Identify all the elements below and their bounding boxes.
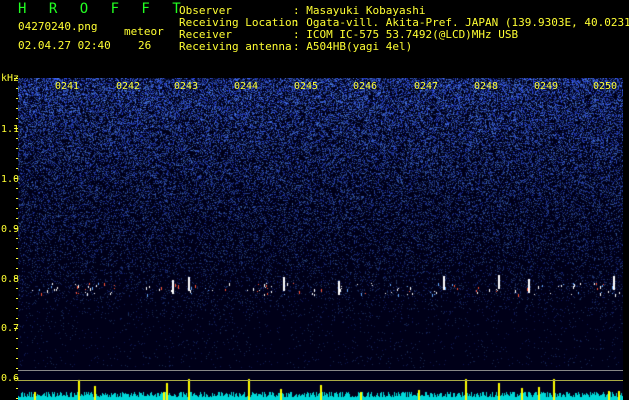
time-tick-label: 0248 xyxy=(474,81,499,92)
level-threshold xyxy=(18,380,623,381)
info-label-antenna: Receiving antenna xyxy=(179,40,292,53)
time-tick-label: 0249 xyxy=(534,81,559,92)
datetime: 02.04.27 02:40 xyxy=(18,39,111,52)
time-tick-label: 0243 xyxy=(174,81,199,92)
time-tick-label: 0246 xyxy=(353,81,378,92)
hrofft-window: H R O F F T 04270240.png 02.04.27 02:40 … xyxy=(0,0,629,400)
time-tick-label: 0250 xyxy=(593,81,618,92)
info-value-antenna: : A504HB(yagi 4el) xyxy=(293,40,413,53)
time-tick-label: 0241 xyxy=(55,81,80,92)
level-baseline xyxy=(18,370,623,371)
spectrogram-display xyxy=(18,78,623,400)
app-title: H R O F F T xyxy=(18,1,188,17)
spectrogram-canvas xyxy=(18,78,623,400)
time-tick-label: 0242 xyxy=(116,81,141,92)
time-tick-label: 0247 xyxy=(414,81,439,92)
time-tick-label: 0245 xyxy=(294,81,319,92)
time-tick-label: 0244 xyxy=(234,81,259,92)
y-axis-ticks xyxy=(14,78,18,399)
meteor-label: meteor xyxy=(124,25,164,38)
filename: 04270240.png xyxy=(18,20,98,33)
meteor-count: 26 xyxy=(138,39,152,52)
